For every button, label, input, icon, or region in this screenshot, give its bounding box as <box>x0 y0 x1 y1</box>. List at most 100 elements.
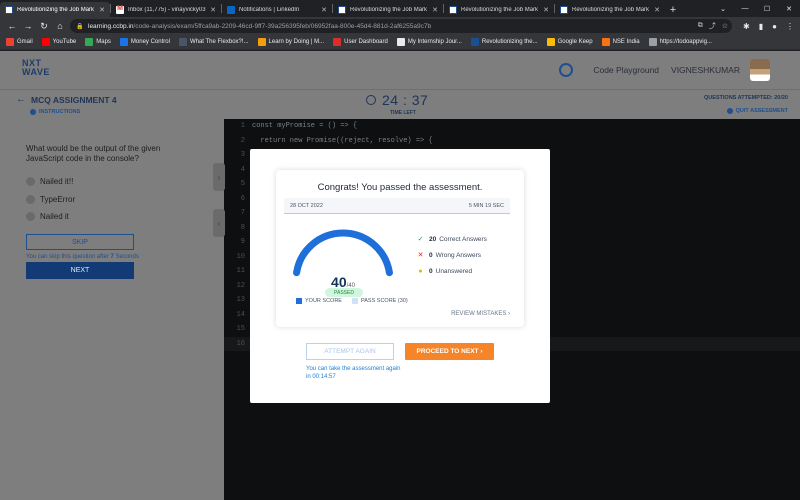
assignment-title-text: MCQ ASSIGNMENT 4 <box>31 94 117 105</box>
forward-icon[interactable]: → <box>20 18 36 34</box>
address-bar[interactable]: 🔒 learning.ccbp.in/code-analysis/exam/5f… <box>70 19 732 33</box>
browser-toolbar: ← → ↻ ⌂ 🔒 learning.ccbp.in/code-analysis… <box>0 17 800 35</box>
close-tab-icon[interactable]: ✕ <box>653 6 661 14</box>
bookmark-item[interactable]: Gmail <box>6 38 33 46</box>
code-line[interactable]: 2 return new Promise((reject, resolve) =… <box>224 134 800 149</box>
check-icon: ✓ <box>417 236 424 243</box>
assessment-subbar: ← MCQ ASSIGNMENT 4 INSTRUCTIONS 24 : 37 … <box>0 89 800 158</box>
line-number: 1 <box>240 122 245 131</box>
bookmark-item[interactable]: NSE India <box>601 38 640 46</box>
tab-title: Notifications | LinkedIn <box>239 6 300 13</box>
line-code: return new Promise((reject, resolve) => … <box>252 136 433 145</box>
next-button[interactable]: NEXT <box>26 262 134 279</box>
bookmark-favicon-icon <box>546 38 555 46</box>
close-tab-icon[interactable]: ✕ <box>542 6 550 14</box>
logo-line-2: WAVE <box>22 67 50 77</box>
wrong-count: 0 <box>429 251 433 259</box>
line-number: 4 <box>240 165 245 174</box>
bookmark-favicon-icon <box>257 38 266 46</box>
bookmark-item[interactable]: What The Flexbox?!... <box>178 38 249 46</box>
bookmark-item[interactable]: Learn by Doing | M... <box>257 38 324 46</box>
bookmark-item[interactable]: Maps <box>85 38 111 46</box>
bookmark-label: Money Control <box>130 39 170 45</box>
review-mistakes-link[interactable]: REVIEW MISTAKES › <box>451 311 510 317</box>
extensions-icon[interactable]: ✱ <box>743 22 750 31</box>
browser-tab[interactable]: Revolutionizing the Job Mark ✕ <box>555 2 665 17</box>
home-icon[interactable]: ⌂ <box>52 18 68 34</box>
skip-button[interactable]: SKIP <box>26 234 134 250</box>
close-tab-icon[interactable]: ✕ <box>98 6 106 14</box>
timer-value: 24 : 37 <box>382 92 429 108</box>
instructions-link[interactable]: INSTRUCTIONS <box>30 109 80 115</box>
gmail-favicon-icon: M <box>116 4 124 14</box>
code-playground-link[interactable]: Code Playground <box>593 65 659 75</box>
back-icon[interactable]: ← <box>4 18 20 34</box>
share-icon[interactable]: ⤴ <box>709 21 716 31</box>
nxtwave-logo[interactable]: NXT WAVE <box>22 59 50 77</box>
bookmark-label: Revolutionizing the... <box>481 39 538 45</box>
code-line[interactable]: 1 const myPromise = () => { <box>224 119 800 134</box>
bookmark-item[interactable]: My Internship Jour... <box>396 38 462 46</box>
bookmark-item[interactable]: Money Control <box>119 38 170 46</box>
chevron-right-icon[interactable]: › <box>213 163 225 191</box>
browser-tab[interactable]: Revolutionizing the Job Mark ✕ <box>444 2 554 17</box>
new-tab-button[interactable]: + <box>665 2 681 17</box>
option-2[interactable]: TypeError <box>26 195 75 204</box>
browser-tab[interactable]: M Inbox (11,775) - vinayvicky03 ✕ <box>111 2 221 17</box>
close-tab-icon[interactable]: ✕ <box>320 6 328 14</box>
bookmark-item[interactable]: Revolutionizing the... <box>470 38 538 46</box>
gauge-legend: YOUR SCORE PASS SCORE (30) <box>296 298 408 304</box>
line-number: 2 <box>240 136 245 145</box>
proceed-to-next-button[interactable]: PROCEED TO NEXT › <box>405 343 494 360</box>
quit-assessment-link[interactable]: QUIT ASSESSMENT <box>726 108 788 114</box>
browser-tab[interactable]: Revolutionizing the Job Mark ✕ <box>0 2 110 17</box>
user-name[interactable]: VIGNESHKUMAR <box>671 65 740 75</box>
assessment-page: NXT WAVE Code Playground VIGNESHKUMAR ← … <box>0 51 800 500</box>
browser-tab[interactable]: Revolutionizing the Job Mark ✕ <box>333 2 443 17</box>
nxtwave-favicon-icon <box>338 5 346 14</box>
tab-title: Revolutionizing the Job Mark <box>572 6 650 13</box>
bookmark-favicon-icon <box>178 38 187 46</box>
result-stats: ✓ 20 Correct Answers ✕ 0 Wrong Answers ● 0 Una… <box>416 231 487 279</box>
bookmark-item[interactable]: User Dashboard <box>333 38 388 46</box>
reload-icon[interactable]: ↻ <box>36 18 52 34</box>
bookmark-label: What The Flexbox?!... <box>189 39 249 45</box>
bookmark-item[interactable]: Google Keep <box>546 38 593 46</box>
option-label: Nailed it!! <box>40 177 74 186</box>
profile-icon[interactable]: ● <box>772 22 777 31</box>
bookmark-item[interactable]: https://todoappvig... <box>648 38 712 46</box>
pass-score-arc <box>293 229 393 277</box>
lock-icon: 🔒 <box>76 23 84 30</box>
stopwatch-icon[interactable] <box>559 63 574 77</box>
close-window-icon[interactable]: ✕ <box>778 0 800 17</box>
close-tab-icon[interactable]: ✕ <box>431 6 439 14</box>
tab-search-icon[interactable]: ⌄ <box>712 0 734 17</box>
bookmark-label: Google Keep <box>557 39 593 45</box>
tab-title: Inbox (11,775) - vinayvicky03 <box>128 6 206 13</box>
attempt-again-button[interactable]: ATTEMPT AGAIN <box>306 343 394 360</box>
retake-note: You can take the assessment again in 00:… <box>306 366 401 380</box>
bookmark-favicon-icon <box>85 38 94 46</box>
radio-button[interactable] <box>26 212 35 221</box>
skip-note: You can skip this question after 7 Secon… <box>26 254 139 260</box>
option-3[interactable]: Nailed it <box>26 212 69 221</box>
open-in-app-icon[interactable]: ⧉ <box>698 22 703 30</box>
clock-icon <box>366 95 376 105</box>
close-tab-icon[interactable]: ✕ <box>209 6 217 14</box>
option-1[interactable]: Nailed it!! <box>26 177 73 186</box>
maximize-icon[interactable]: ☐ <box>756 0 778 17</box>
browser-tab[interactable]: Notifications | LinkedIn ✕ <box>222 2 332 17</box>
skip-note-prefix: You can skip this question after <box>26 254 111 260</box>
back-arrow-icon[interactable]: ← <box>16 94 26 105</box>
radio-button[interactable] <box>26 177 35 186</box>
bookmark-star-icon[interactable]: ☆ <box>722 22 728 30</box>
chevron-left-icon[interactable]: ‹ <box>213 209 225 237</box>
line-number: 6 <box>240 194 245 203</box>
avatar[interactable] <box>750 59 770 81</box>
side-panel-icon[interactable]: ▮ <box>759 22 763 31</box>
radio-button[interactable] <box>26 195 35 204</box>
minimize-icon[interactable]: — <box>734 0 756 17</box>
line-number: 12 <box>236 281 245 290</box>
bookmark-item[interactable]: YouTube <box>41 38 76 46</box>
menu-icon[interactable]: ⋮ <box>786 22 794 31</box>
